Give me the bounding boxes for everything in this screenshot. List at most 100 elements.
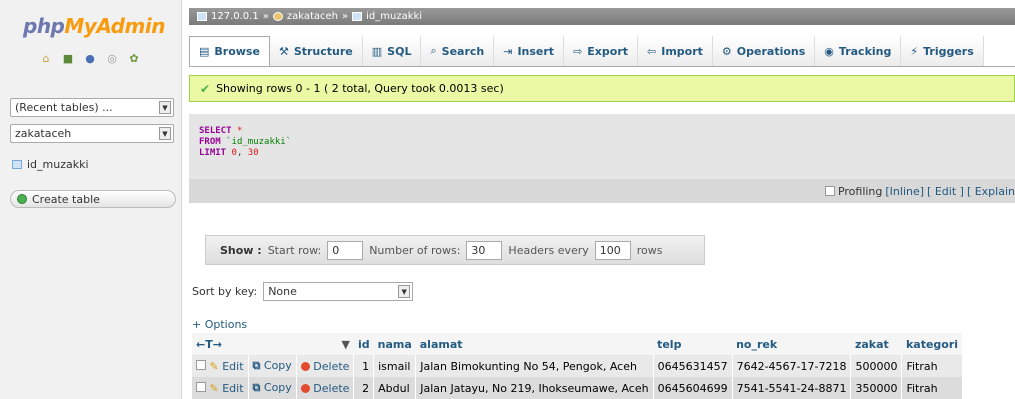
edit-icon: ✎ <box>209 381 219 395</box>
cell-id[interactable]: 2 <box>353 377 375 399</box>
add-icon <box>17 194 27 204</box>
sidebar-item-table[interactable]: id_muzakki <box>12 158 89 171</box>
column-header[interactable]: zakat <box>850 333 902 355</box>
cell-id[interactable]: 1 <box>353 355 375 377</box>
trigger-icon: ⚡ <box>910 44 919 58</box>
row-actions-edit[interactable]: ✎ Edit <box>192 355 249 377</box>
tab-triggers[interactable]: ⚡ Triggers <box>901 36 984 66</box>
column-header[interactable]: alamat <box>415 333 654 355</box>
cell-nama[interactable]: ismail <box>373 355 417 377</box>
table-icon <box>12 160 22 169</box>
sort-by-key-select[interactable]: None ▼ <box>263 282 414 301</box>
server-icon <box>197 12 207 21</box>
table-icon <box>352 12 363 21</box>
profiling-checkbox[interactable] <box>824 186 835 196</box>
tab-tracking[interactable]: ◉ Tracking <box>815 36 902 66</box>
row-actions-copy[interactable]: ⧉ Copy <box>248 355 297 377</box>
navigation-panel: phpMyAdmin ⌂ ■ ● ◎ ✿ (Recent tables) ...… <box>0 0 182 399</box>
delete-icon <box>300 384 310 393</box>
tab-sql[interactable]: ▥ SQL <box>362 36 422 66</box>
sort-by-key-row: Sort by key: None ▼ <box>192 282 414 301</box>
table-row: ✎ Edit ⧉ Copy Delete 2 Abdul Jalan Jatay… <box>192 377 963 399</box>
column-header[interactable]: id <box>353 333 374 355</box>
sql-icon: ▥ <box>371 44 383 58</box>
cell-kategori[interactable]: Fitrah <box>901 355 963 377</box>
structure-icon: ⚒ <box>278 44 289 58</box>
database-select[interactable]: zakataceh ▼ <box>10 124 174 143</box>
chevron-down-icon: ▼ <box>398 285 411 298</box>
tab-browse[interactable]: ▤ Browse <box>189 36 270 66</box>
check-icon: ✔ <box>200 81 211 96</box>
row-navigation-bar: Show : Start row: 0 Number of rows: 30 H… <box>205 235 705 265</box>
show-button[interactable]: Show : <box>220 244 262 257</box>
explain-link[interactable]: [ Explain <box>967 185 1015 198</box>
breadcrumb-table[interactable]: id_muzakki <box>366 11 422 22</box>
sql-line-select: SELECT * <box>199 126 243 136</box>
tab-operations[interactable]: ⚙ Operations <box>712 36 816 66</box>
row-checkbox[interactable] <box>196 359 206 370</box>
options-link[interactable]: + Options <box>192 318 247 331</box>
docs-icon[interactable]: ◎ <box>106 52 118 65</box>
start-row-input[interactable]: 0 <box>327 240 364 260</box>
tab-search[interactable]: ⌕ Search <box>421 36 495 66</box>
row-actions-delete[interactable]: Delete <box>296 355 355 377</box>
table-header-row: ←T→ ▼ id nama alamat telp no_rek zakat ka… <box>192 333 963 355</box>
success-message: ✔ Showing rows 0 - 1 ( 2 total, Query to… <box>189 75 1015 102</box>
headers-every-input[interactable]: 100 <box>594 240 631 260</box>
nav-icon-bar: ⌂ ■ ● ◎ ✿ <box>40 52 140 65</box>
row-actions-copy[interactable]: ⧉ Copy <box>248 377 297 399</box>
row-actions-edit[interactable]: ✎ Edit <box>192 377 249 399</box>
chevron-down-icon: ▼ <box>159 127 171 140</box>
copy-icon: ⧉ <box>252 359 261 372</box>
sql-line-limit: LIMIT 0, 30 <box>199 148 259 158</box>
column-arrows[interactable]: ←T→ ▼ <box>192 333 354 355</box>
tab-export[interactable]: ⇨ Export <box>564 36 639 66</box>
breadcrumb-database[interactable]: zakataceh <box>287 11 338 22</box>
breadcrumb: 127.0.0.1 » zakataceh » id_muzakki <box>189 8 1015 25</box>
home-icon[interactable]: ⌂ <box>40 52 52 65</box>
recent-tables-select[interactable]: (Recent tables) ... ▼ <box>10 98 174 117</box>
cell-zakat[interactable]: 350000 <box>850 377 903 399</box>
cell-no-rek[interactable]: 7642-4567-17-7218 <box>732 355 852 377</box>
cell-nama[interactable]: Abdul <box>373 377 417 399</box>
profiling-label: Profiling <box>837 184 883 198</box>
sql-query-box[interactable]: SELECT * FROM `id_muzakki` LIMIT 0, 30 <box>189 114 1015 179</box>
column-header[interactable]: telp <box>653 333 733 355</box>
database-icon <box>272 12 283 21</box>
cell-no-rek[interactable]: 7541-5541-24-8871 <box>732 377 852 399</box>
column-header[interactable]: no_rek <box>732 333 851 355</box>
sort-dropdown-icon[interactable]: ▼ <box>341 338 349 351</box>
settings-icon[interactable]: ✿ <box>128 52 140 65</box>
cell-alamat[interactable]: Jalan Jatayu, No 219, Ihokseumawe, Aceh <box>415 377 654 399</box>
tab-insert[interactable]: ⇥ Insert <box>494 36 565 66</box>
exit-icon[interactable]: ■ <box>62 52 74 65</box>
row-actions-delete[interactable]: Delete <box>296 377 355 399</box>
help-icon[interactable]: ● <box>84 52 96 65</box>
cell-zakat[interactable]: 500000 <box>850 355 903 377</box>
column-header[interactable]: nama <box>373 333 416 355</box>
delete-icon <box>300 362 310 371</box>
row-checkbox[interactable] <box>196 381 206 392</box>
cell-telp[interactable]: 0645631457 <box>653 355 733 377</box>
sql-line-from: FROM `id_muzakki` <box>199 137 292 147</box>
tab-import[interactable]: ⇦ Import <box>638 36 713 66</box>
phpmyadmin-logo[interactable]: phpMyAdmin <box>23 14 165 38</box>
insert-icon: ⇥ <box>503 44 513 58</box>
tab-bar: ▤ Browse ⚒ Structure ▥ SQL ⌕ Search ⇥ Insert … <box>189 36 1015 67</box>
edit-query-link[interactable]: [ Edit ] <box>927 185 964 198</box>
browse-icon: ▤ <box>199 45 210 58</box>
query-options-bar: Profiling [Inline] [ Edit ] [ Explain <box>189 179 1015 203</box>
column-header[interactable]: kategori <box>901 333 963 355</box>
rows-count-input[interactable]: 30 <box>466 240 503 260</box>
inline-link[interactable]: [Inline] <box>885 185 924 198</box>
chevron-down-icon: ▼ <box>159 101 171 114</box>
edit-icon: ✎ <box>209 359 219 373</box>
tab-structure[interactable]: ⚒ Structure <box>269 36 363 66</box>
wrench-icon: ⚙ <box>721 44 732 58</box>
cell-telp[interactable]: 0645604699 <box>653 377 733 399</box>
breadcrumb-server[interactable]: 127.0.0.1 <box>211 11 259 22</box>
create-table-button[interactable]: Create table <box>10 190 176 208</box>
table-row: ✎ Edit ⧉ Copy Delete 1 ismail Jalan Bimo… <box>192 355 963 377</box>
cell-alamat[interactable]: Jalan Bimokunting No 54, Pengok, Aceh <box>415 355 654 377</box>
cell-kategori[interactable]: Fitrah <box>901 377 963 399</box>
